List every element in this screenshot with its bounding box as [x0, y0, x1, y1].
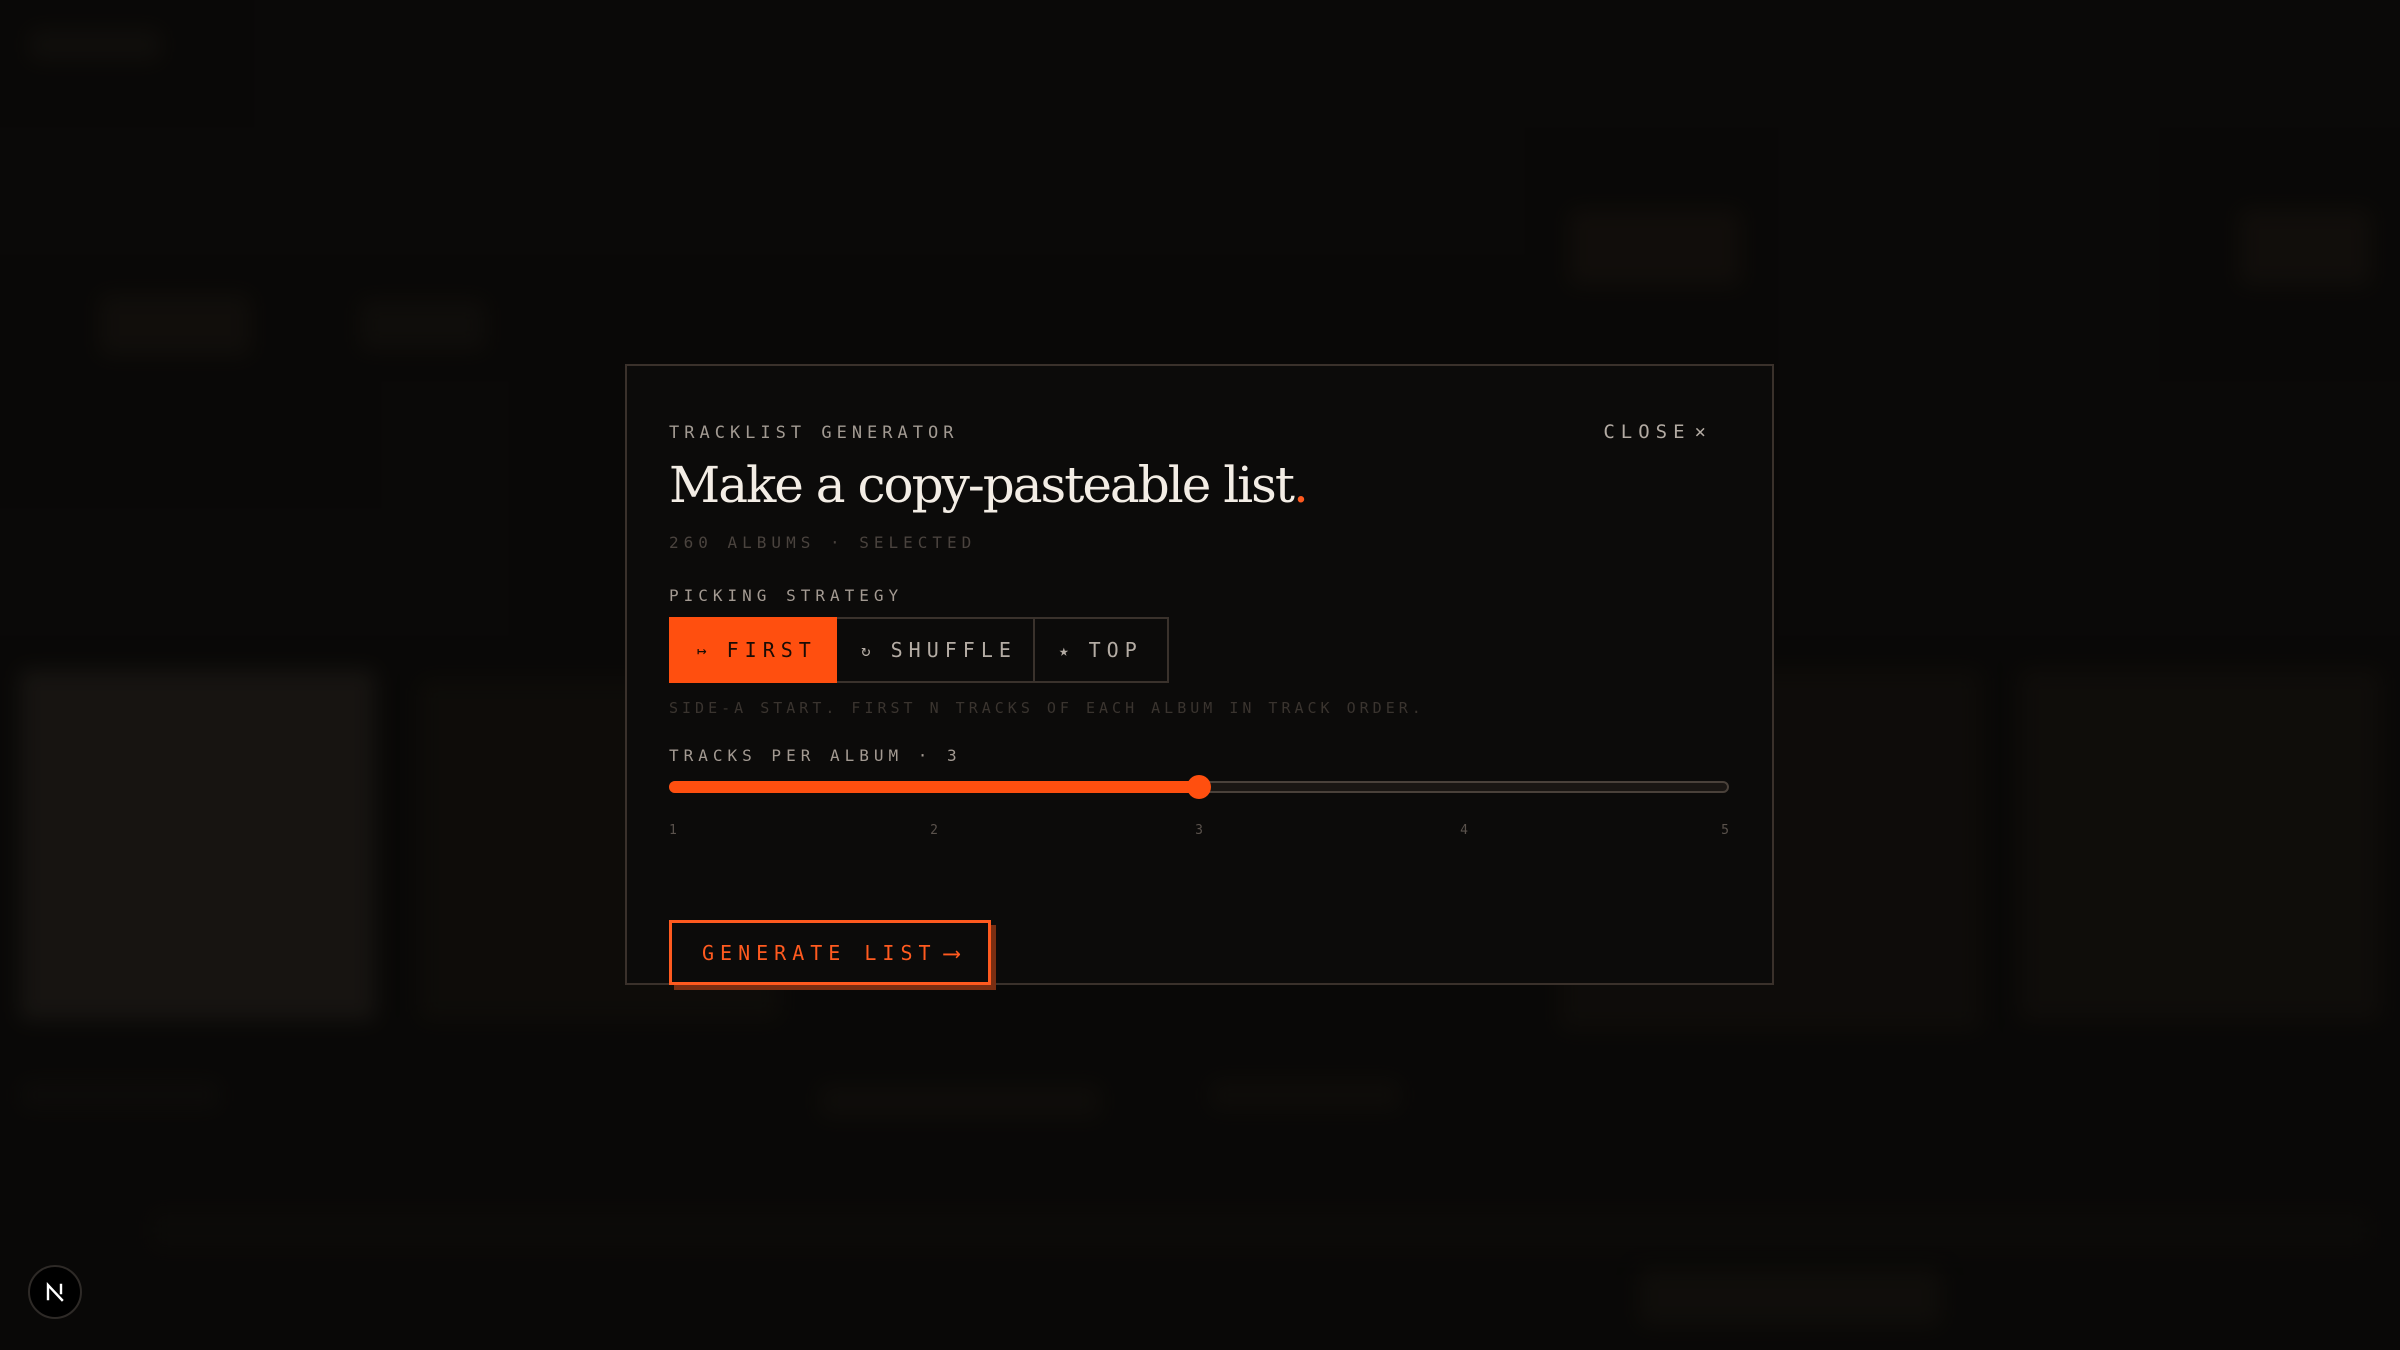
tracks-per-album-label: TRACKS PER ALBUM · 3 — [669, 746, 962, 765]
strategy-label: PICKING STRATEGY — [669, 586, 904, 605]
strategy-top-button[interactable]: ★ TOP — [1035, 617, 1169, 683]
tick-label: 5 — [1721, 823, 1729, 838]
tick-label: 1 — [669, 823, 677, 838]
tracklist-generator-modal: TRACKLIST GENERATOR CLOSE × Make a copy-… — [625, 364, 1774, 990]
tick-label: 4 — [1460, 823, 1468, 838]
strategy-shuffle-label: SHUFFLE — [890, 638, 1017, 662]
strategy-first-label: FIRST — [726, 638, 817, 662]
slider-thumb[interactable] — [1187, 775, 1211, 799]
close-label: CLOSE — [1603, 421, 1691, 443]
slider-fill — [669, 781, 1199, 793]
strategy-hint: SIDE-A START. FIRST N TRACKS OF EACH ALB… — [669, 699, 1425, 717]
generate-label: GENERATE LIST — [702, 940, 937, 965]
selection-count: 260 ALBUMS · SELECTED — [669, 533, 977, 552]
strategy-first-button[interactable]: ↦ FIRST — [669, 617, 837, 683]
tick-label: 2 — [930, 823, 938, 838]
shuffle-icon: ↻ — [861, 640, 871, 660]
close-button[interactable]: CLOSE × — [1603, 421, 1712, 443]
strategy-shuffle-button[interactable]: ↻ SHUFFLE — [837, 617, 1035, 683]
nextjs-logo-icon[interactable] — [28, 1265, 82, 1319]
tracks-per-album-slider[interactable] — [669, 775, 1729, 799]
arrow-from-bar-icon: ↦ — [697, 640, 707, 660]
arrow-right-icon: ⟶ — [944, 938, 959, 967]
generate-list-button[interactable]: GENERATE LIST ⟶ — [669, 920, 991, 985]
title-accent-dot: . — [1292, 456, 1309, 514]
strategy-selector: ↦ FIRST ↻ SHUFFLE ★ TOP — [669, 617, 1169, 683]
strategy-top-label: TOP — [1088, 638, 1143, 662]
nextjs-logo-glyph — [46, 1281, 64, 1302]
star-icon: ★ — [1059, 640, 1069, 660]
modal-kicker: TRACKLIST GENERATOR — [669, 423, 959, 443]
modal-title: Make a copy-pasteable list. — [669, 456, 1309, 514]
close-icon: × — [1694, 421, 1712, 443]
tick-label: 3 — [1195, 823, 1203, 838]
slider-tick-labels: 1 2 3 4 5 — [669, 823, 1729, 839]
